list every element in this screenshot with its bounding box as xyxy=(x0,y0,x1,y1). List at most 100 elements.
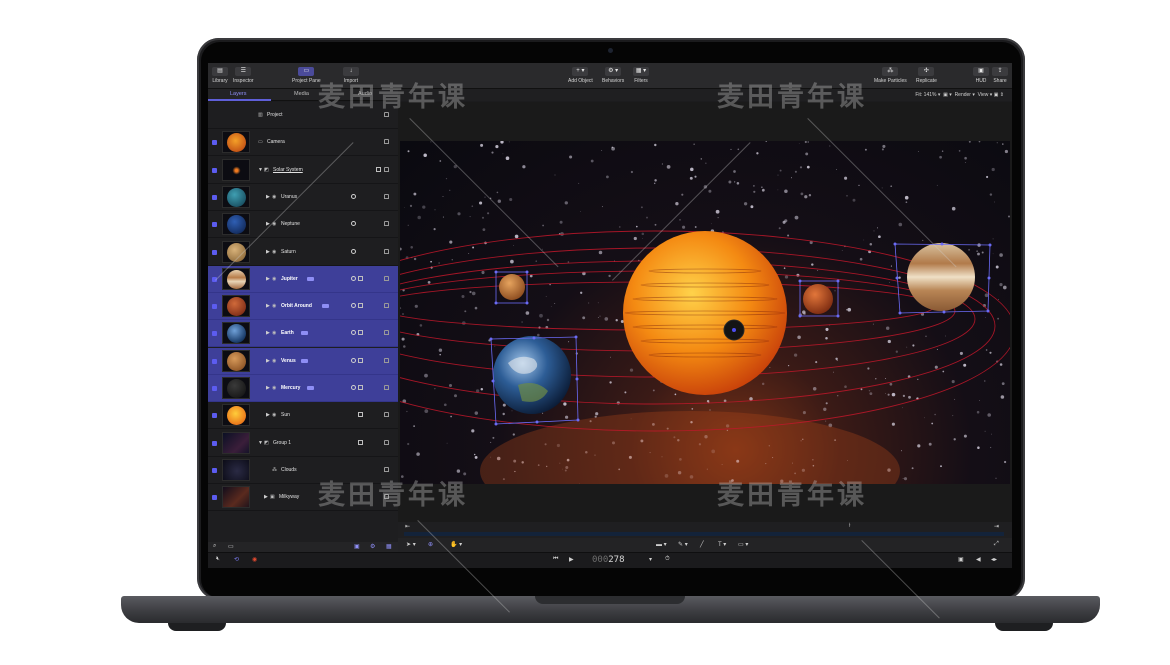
layer-visibility-checkbox[interactable] xyxy=(212,249,217,255)
layer-visibility-checkbox[interactable] xyxy=(212,358,217,364)
opacity-circle-icon[interactable] xyxy=(351,303,356,309)
layer-row-mercury[interactable]: ▶ ◉ Mercury xyxy=(208,375,398,402)
show-behaviors-icon[interactable]: ⚙ xyxy=(370,543,375,550)
scene-render[interactable] xyxy=(400,141,1010,484)
disclosure-triangle-icon[interactable]: ▶ xyxy=(266,303,270,309)
shape-tool-icon[interactable]: ▬ ▾ xyxy=(656,541,667,548)
filter-badge-icon[interactable] xyxy=(358,330,363,336)
thumbnail-toggle-icon[interactable]: ▭ xyxy=(228,543,234,550)
play-range-end-icon[interactable]: ⇥ xyxy=(994,523,999,530)
search-icon[interactable]: ⌕ xyxy=(213,543,216,550)
layer-visibility-checkbox[interactable] xyxy=(212,467,217,473)
layer-row-sun[interactable]: ▶ ◉ Sun xyxy=(208,402,398,430)
disclosure-triangle-icon[interactable]: ▶ xyxy=(266,385,270,391)
loop-icon[interactable]: ⟲ xyxy=(234,556,239,563)
layer-visibility-checkbox[interactable] xyxy=(212,167,217,173)
layer-row-solar-system[interactable]: ▼ ◩ Solar System xyxy=(208,157,398,184)
lock-icon[interactable] xyxy=(384,330,389,336)
go-to-start-icon[interactable]: ⏮︎ xyxy=(553,556,558,563)
paint-tool-icon[interactable]: ╱ xyxy=(700,541,704,548)
layer-visibility-checkbox[interactable] xyxy=(212,194,217,200)
mask-tool-icon[interactable]: ▭ ▾ xyxy=(738,541,748,548)
filter-badge-icon[interactable] xyxy=(358,412,363,418)
lock-icon[interactable] xyxy=(384,221,389,227)
layer-visibility-checkbox[interactable] xyxy=(212,413,217,419)
opacity-circle-icon[interactable] xyxy=(351,275,356,281)
lock-icon[interactable] xyxy=(384,466,389,472)
disclosure-triangle-icon[interactable]: ▶ xyxy=(266,249,270,255)
volume-icon[interactable]: ◀︎ xyxy=(976,556,981,563)
layer-visibility-checkbox[interactable] xyxy=(212,304,217,310)
lock-icon[interactable] xyxy=(384,385,389,390)
show-masks-icon[interactable]: ▣ xyxy=(354,543,360,550)
lock-icon[interactable] xyxy=(384,275,389,281)
layer-visibility-checkbox[interactable] xyxy=(212,140,217,146)
blend-mode-icon[interactable] xyxy=(376,166,381,172)
library-button[interactable]: ▤ Library xyxy=(212,67,228,84)
tab-layers[interactable]: Layers xyxy=(230,91,247,97)
layer-row-saturn[interactable]: ▶ ◉ Saturn xyxy=(208,239,398,266)
fullscreen-icon[interactable]: ⤢ xyxy=(994,541,999,548)
layer-row-earth[interactable]: ▶ ◉ Earth xyxy=(208,320,398,348)
opacity-circle-icon[interactable] xyxy=(351,357,356,363)
record-icon[interactable]: ◉ xyxy=(252,556,257,563)
replicate-button[interactable]: ✣ Replicate xyxy=(916,67,937,84)
lock-icon[interactable] xyxy=(384,357,389,363)
opacity-circle-icon[interactable] xyxy=(351,385,356,390)
inspector-button[interactable]: ☰ Inspector xyxy=(233,67,254,84)
layer-row-group-1[interactable]: ▼ ◩ Group 1 xyxy=(208,430,398,457)
canvas[interactable] xyxy=(398,102,1012,522)
timecode-display[interactable]: 000278 xyxy=(592,555,625,565)
show-filters-icon[interactable]: ▦ xyxy=(386,543,392,550)
orbit-tool-icon[interactable]: ⊕ xyxy=(428,541,433,548)
opacity-circle-icon[interactable] xyxy=(351,221,356,227)
stopwatch-icon[interactable]: ⏱︎ xyxy=(665,556,670,563)
lock-icon[interactable] xyxy=(384,166,389,172)
tab-media[interactable]: Media xyxy=(294,91,309,97)
view-menu[interactable]: View xyxy=(978,92,989,98)
zoom-fit-menu[interactable]: Fit: 141% xyxy=(915,92,936,98)
opacity-circle-icon[interactable] xyxy=(351,330,356,336)
layer-visibility-checkbox[interactable] xyxy=(212,440,217,446)
select-tool-icon[interactable]: ➤ ▾ xyxy=(406,541,416,548)
hud-button[interactable]: ▣ HUD xyxy=(973,67,989,84)
mini-timeline[interactable]: ⇤ ⍿ ⇥ xyxy=(398,522,1012,538)
timecode-menu-icon[interactable]: ▾ xyxy=(649,556,652,563)
layer-visibility-checkbox[interactable] xyxy=(212,386,217,391)
text-tool-icon[interactable]: T ▾ xyxy=(718,541,726,548)
share-button[interactable]: ⇪ Share xyxy=(992,67,1008,84)
lock-icon[interactable] xyxy=(384,248,389,254)
disclosure-triangle-icon[interactable]: ▼ xyxy=(258,440,263,446)
layer-visibility-checkbox[interactable] xyxy=(212,222,217,228)
disclosure-triangle-icon[interactable]: ▶ xyxy=(266,194,270,200)
disclosure-triangle-icon[interactable]: ▼ xyxy=(258,167,263,173)
pan-tool-icon[interactable]: ✋ ▾ xyxy=(450,541,462,548)
layer-row-orbit-around[interactable]: ▶ ◉ Orbit Around xyxy=(208,293,398,321)
play-range-start-icon[interactable]: ⇤ xyxy=(405,523,410,530)
layer-visibility-checkbox[interactable] xyxy=(212,331,217,337)
disclosure-triangle-icon[interactable]: ▶ xyxy=(266,276,270,282)
lock-icon[interactable] xyxy=(384,439,389,445)
behaviors-button[interactable]: ⚙ ▾ Behaviors xyxy=(602,67,624,84)
filter-badge-icon[interactable] xyxy=(358,439,363,445)
timing-display-icon[interactable]: ▣ xyxy=(958,556,964,563)
audio-mute-icon[interactable]: 🔇︎ xyxy=(216,556,220,563)
filter-badge-icon[interactable] xyxy=(358,385,363,390)
disclosure-triangle-icon[interactable]: ▶ xyxy=(264,494,268,500)
lock-icon[interactable] xyxy=(384,412,389,418)
project-pane-button[interactable]: ▭ Project Pane xyxy=(292,67,321,84)
layer-row-camera[interactable]: ▭ Camera xyxy=(208,129,398,157)
playhead-icon[interactable]: ⍿ xyxy=(849,523,851,530)
filters-button[interactable]: ▦ ▾ Filters xyxy=(633,67,649,84)
transport-options-icon[interactable]: ◂▸ xyxy=(991,556,997,563)
opacity-circle-icon[interactable] xyxy=(351,248,356,254)
timeline-track[interactable] xyxy=(404,532,1004,536)
disclosure-triangle-icon[interactable]: ▶ xyxy=(266,330,270,336)
disclosure-triangle-icon[interactable]: ▶ xyxy=(266,358,270,364)
lock-icon[interactable] xyxy=(384,139,389,145)
add-object-button[interactable]: + ▾ Add Object xyxy=(568,67,593,84)
layer-row-venus[interactable]: ▶ ◉ Venus xyxy=(208,347,398,375)
make-particles-button[interactable]: ⁂ Make Particles xyxy=(874,67,907,84)
pen-tool-icon[interactable]: ✎ ▾ xyxy=(678,541,688,548)
disclosure-triangle-icon[interactable]: ▶ xyxy=(266,412,270,418)
